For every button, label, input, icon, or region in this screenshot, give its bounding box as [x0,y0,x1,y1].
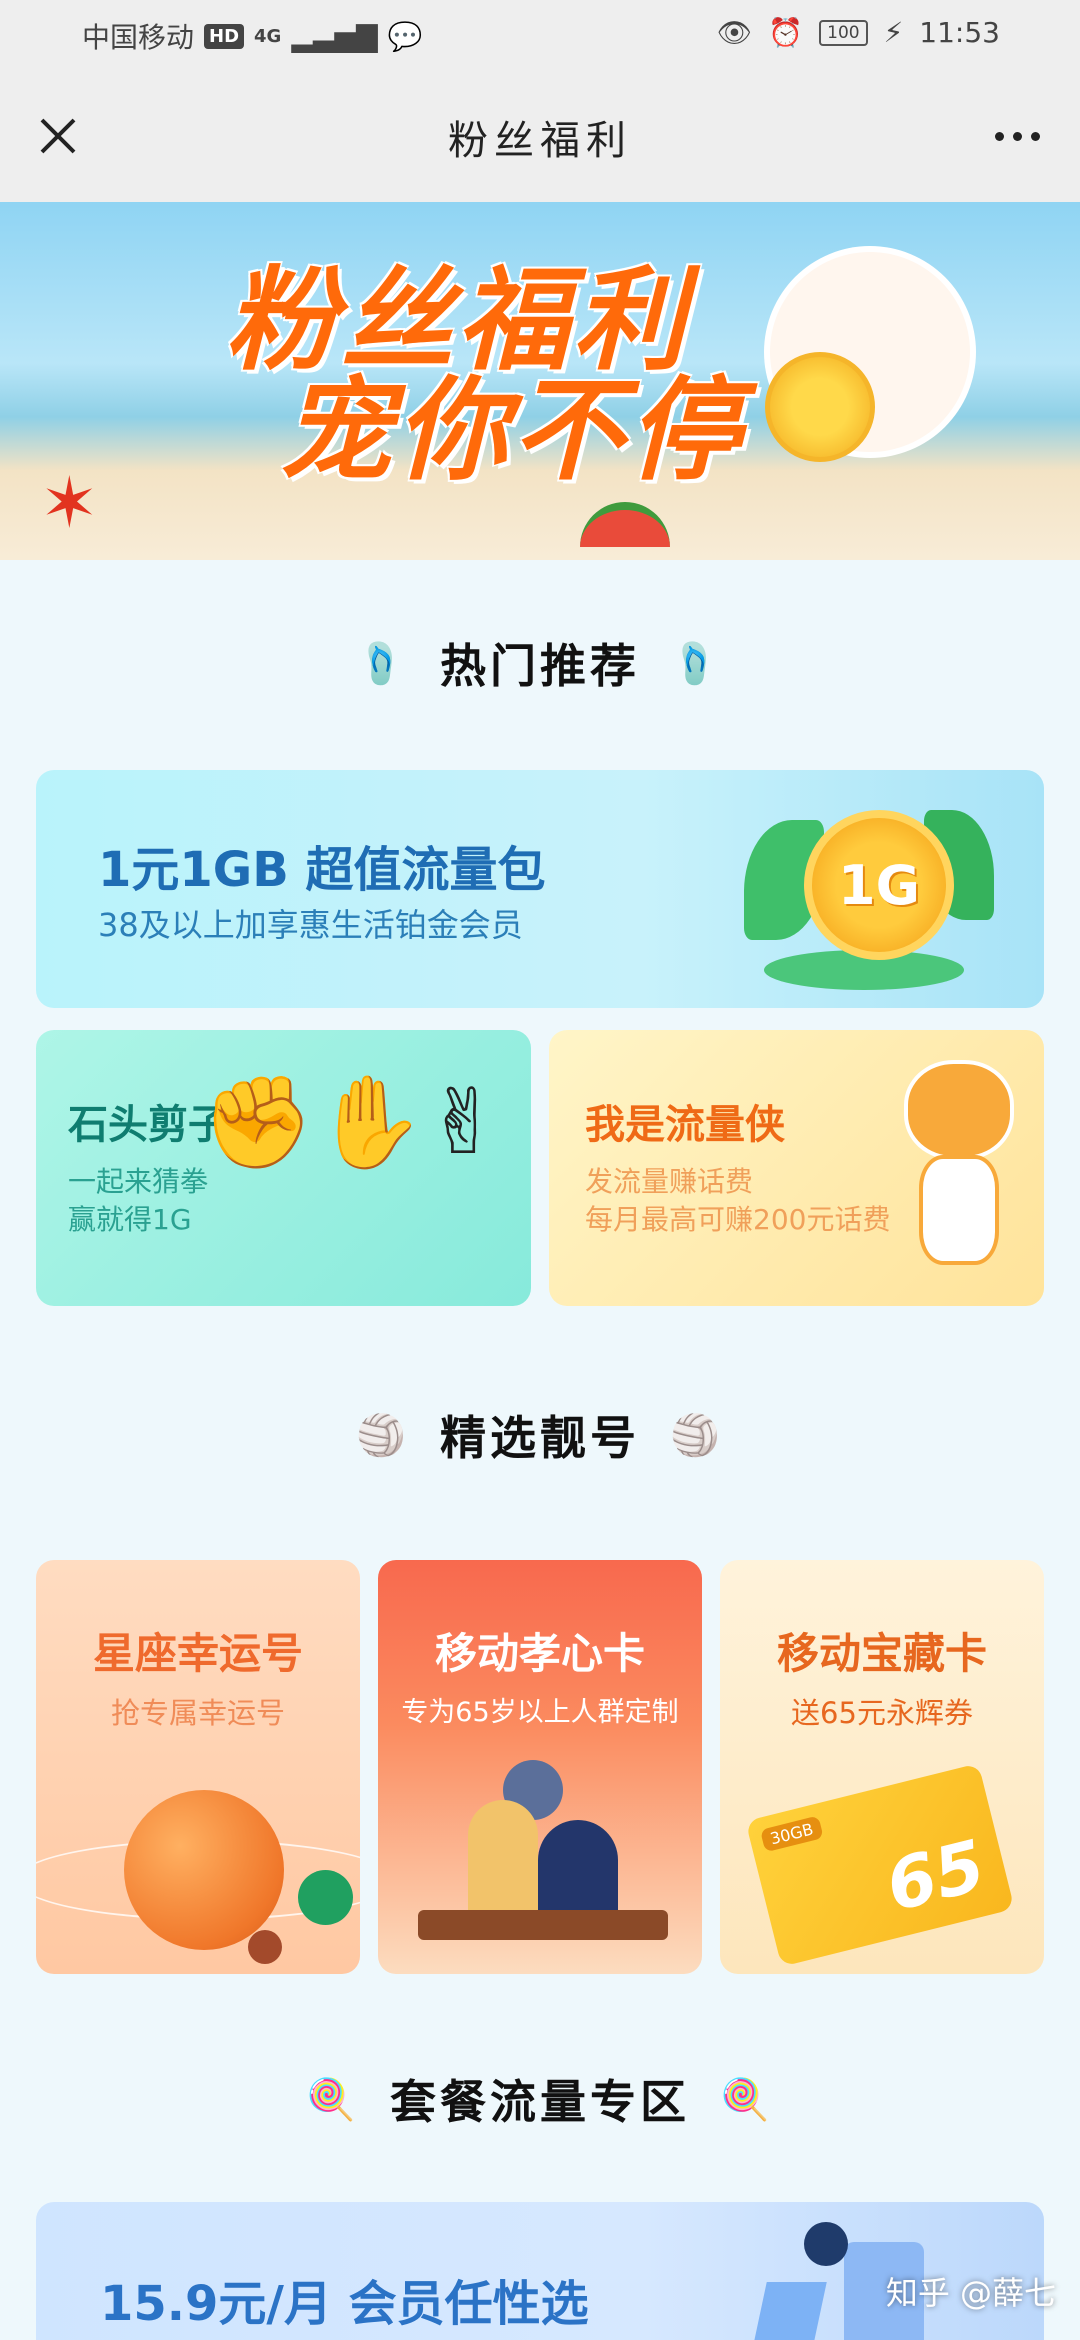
tiger-body-icon [919,1155,999,1265]
hero-card-title: 我是流量侠 [585,1102,785,1148]
number-card-title: 移动宝藏卡 [776,1629,987,1678]
watermark: 知乎 @薛七 [885,2274,1056,2312]
planet-icon [248,1930,282,1964]
section-title-text: 精选靓号 [440,1411,640,1465]
flow-hero-card[interactable]: 我是流量侠 发流量赚话费 每月最高可赚200元话费 [549,1030,1044,1306]
hands-icon: ✊✋✌ [201,1070,501,1175]
bench-icon [418,1910,668,1940]
rps-card-subtitle1: 一起来猜拳 [68,1165,209,1198]
filial-card[interactable]: 移动孝心卡 专为65岁以上人群定制 [378,1560,702,1974]
rps-card-subtitle2: 赢就得1G [68,1203,192,1236]
alarm-icon: ⏰ [768,16,804,49]
chat-icon: 💬 [387,19,423,53]
popsicle-icon: 🍭 [720,2076,774,2123]
charging-icon: ⚡ [883,16,904,49]
flow-card-subtitle: 38及以上加享惠生活铂金会员 [98,906,523,944]
starfish-icon: ✶ [40,462,99,544]
watermelon-icon [580,502,670,547]
gold-card-label: 30GB [759,1815,824,1853]
section-title-numbers: 🏐 精选靓号 🏐 [0,1402,1080,1468]
flip-flops-icon: 🩴 [670,640,724,687]
number-card-title: 星座幸运号 [92,1629,303,1678]
status-right: 👁 ⏰ 100 ⚡ 11:53 [717,16,1000,49]
more-dot-icon [1030,131,1040,141]
hero-banner[interactable]: 粉丝福利 宠你不停 ✶ [0,202,1080,560]
clock: 11:53 [919,16,1000,49]
planet-icon [298,1870,353,1925]
number-card-subtitle: 专为65岁以上人群定制 [401,1697,679,1728]
number-card-subtitle: 抢专属幸运号 [110,1696,285,1730]
network-label: 4G [254,25,282,47]
carrier-name: 中国移动 [82,21,195,54]
hero-card-subtitle1: 发流量赚话费 [585,1165,754,1198]
number-card-subtitle: 送65元永辉券 [791,1696,973,1730]
v-letter-icon [741,2282,827,2340]
person-icon [468,1800,538,1920]
beach-ball-icon: 🏐 [356,1412,410,1459]
status-left: 中国移动 HD 4G ▂▃▅▇ 💬 [82,16,422,56]
more-dot-icon [994,131,1004,141]
person-icon [804,2222,848,2266]
hero-card-subtitle2: 每月最高可赚200元话费 [585,1203,891,1236]
tiger-head-icon [904,1060,1014,1160]
gold-coin-icon [765,352,875,462]
battery-indicator: 100 [819,19,868,46]
section-title-text: 套餐流量专区 [390,2075,690,2129]
flow-card-title: 1元1GB 超值流量包 [98,842,546,898]
eye-icon: 👁 [716,16,753,49]
more-dot-icon [1012,131,1022,141]
flow-illustration: 1G [734,790,994,1000]
gold-sim-card-icon: 30GB 65 [745,1763,1015,1967]
banner-title-line2: 宠你不停 [280,366,744,496]
page-title: 粉丝福利 [448,118,632,164]
gold-card-value: 65 [878,1824,993,1928]
status-bar: 中国移动 HD 4G ▂▃▅▇ 💬 👁 ⏰ 100 ⚡ 11:53 [0,0,1080,70]
package-card-title: 15.9元/月 会员任性选 [100,2276,589,2332]
constellation-number-card[interactable]: 星座幸运号 抢专属幸运号 [36,1560,360,1974]
section-title-hot: 🩴 热门推荐 🩴 [0,630,1080,696]
number-card-title: 移动孝心卡 [434,1629,645,1678]
more-button[interactable] [982,106,1052,166]
signal-icon: ▂▃▅▇ [291,19,378,53]
planet-icon [124,1790,284,1950]
treasure-card[interactable]: 移动宝藏卡 送65元永辉券 30GB 65 [720,1560,1044,1974]
flow-package-card[interactable]: 1元1GB 超值流量包 38及以上加享惠生活铂金会员 1G [36,770,1044,1008]
family-illustration [408,1760,678,1970]
hd-badge: HD [204,23,245,49]
1g-coin-icon: 1G [804,810,954,960]
popsicle-icon: 🍭 [306,2076,360,2123]
flip-flops-icon: 🩴 [356,640,410,687]
section-title-packages: 🍭 套餐流量专区 🍭 [0,2066,1080,2132]
rock-paper-scissors-card[interactable]: 石头剪子布 一起来猜拳 赢就得1G ✊✋✌ [36,1030,531,1306]
beach-ball-icon: 🏐 [670,1412,724,1459]
tiger-mascot-icon [884,1060,1024,1270]
section-title-text: 热门推荐 [440,639,640,693]
title-bar: 粉丝福利 [0,70,1080,202]
